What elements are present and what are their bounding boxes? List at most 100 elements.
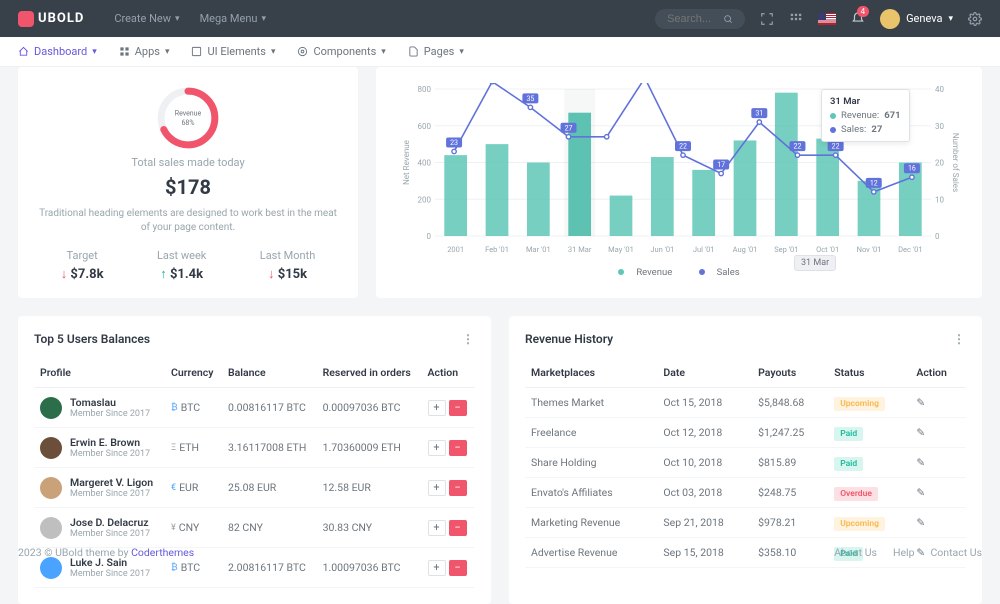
brand-text: UBOLD [38,11,84,26]
stat-item: Last week↑ $1.4k [157,249,206,282]
table-header: Balance [222,358,317,388]
table-row: Share HoldingOct 10, 2018$815.89 Paid ✎ [525,448,966,478]
table-row: Marketing RevenueSep 21, 2018$978.21 Upc… [525,508,966,538]
status-badge: Upcoming [834,397,885,411]
edit-button[interactable]: ✎ [916,396,925,409]
add-button[interactable]: + [428,440,446,456]
bell-count: 4 [857,6,870,17]
status-badge: Overdue [834,487,878,501]
svg-text:Revenue: Revenue [175,110,202,118]
search-box[interactable] [655,9,745,29]
edit-button[interactable]: ✎ [916,486,925,499]
footer-link[interactable]: About Us [834,546,877,559]
svg-text:Net Revenue: Net Revenue [402,140,411,185]
svg-text:Feb '01: Feb '01 [485,245,509,254]
rev-title: Revenue History [525,332,613,346]
topbar: UBOLD Create New▾ Mega Menu▾ 4 Geneva ▾ [0,0,1000,37]
avatar [40,517,62,539]
add-button[interactable]: + [428,400,446,416]
totals-desc: Traditional heading elements are designe… [34,207,342,235]
svg-text:Sep '01: Sep '01 [774,245,798,254]
svg-text:800: 800 [418,85,432,94]
svg-text:May '01: May '01 [608,245,634,254]
svg-text:22: 22 [832,143,840,151]
delete-button[interactable]: − [449,440,467,456]
nav-dashboard[interactable]: Dashboard▾ [18,45,97,58]
user-menu[interactable]: Geneva ▾ [880,9,953,29]
delete-button[interactable]: − [449,400,467,416]
gear-icon[interactable] [968,12,982,26]
nav-components[interactable]: Components▾ [297,45,385,58]
add-button[interactable]: + [428,480,446,496]
svg-text:35: 35 [526,95,534,103]
delete-button[interactable]: − [449,480,467,496]
footer-link[interactable]: Help [893,546,915,559]
table-row: Margeret V. LigonMember Since 2017 € EUR… [34,468,475,508]
nav-pages[interactable]: Pages▾ [408,45,464,58]
svg-text:Nov '01: Nov '01 [857,245,882,254]
sales-summary-card: Revenue 68% Total sales made today $178 … [18,67,358,298]
avatar [40,397,62,419]
table-row: FreelanceOct 12, 2018$1,247.25 Paid ✎ [525,418,966,448]
rev-menu-icon[interactable]: ⋮ [953,332,966,346]
svg-text:16: 16 [908,165,916,173]
svg-text:Oct '01: Oct '01 [816,245,839,254]
top-menu-mega[interactable]: Mega Menu▾ [200,12,266,25]
svg-text:0: 0 [427,232,432,241]
search-input[interactable] [667,13,717,25]
edit-button[interactable]: ✎ [916,426,925,439]
svg-text:20: 20 [935,159,944,168]
top-menu: Create New▾ Mega Menu▾ [114,12,266,25]
svg-text:31: 31 [755,110,763,118]
status-badge: Paid [834,427,863,441]
stat-item: Target↓ $7.8k [61,249,104,282]
table-header: Marketplaces [525,358,657,388]
table-header: Reserved in orders [317,358,422,388]
users-menu-icon[interactable]: ⋮ [462,332,475,346]
apps-grid-icon[interactable] [789,12,803,26]
footer-brand-link[interactable]: Coderthemes [131,546,194,559]
table-header: Currency [165,358,222,388]
svg-text:600: 600 [418,122,432,131]
users-title: Top 5 Users Balances [34,332,150,346]
svg-text:Jun '01: Jun '01 [650,245,674,254]
chart-tooltip: 31 Mar Revenue: 671 Sales: 27 [821,89,910,142]
search-icon [723,14,733,24]
svg-text:200: 200 [418,195,432,204]
nav-ui[interactable]: UI Elements▾ [191,45,275,58]
status-badge: Upcoming [834,517,885,531]
totals-value: $178 [34,175,342,199]
edit-button[interactable]: ✎ [916,456,925,469]
footer-link[interactable]: Contact Us [930,546,982,559]
fullscreen-icon[interactable] [760,12,774,26]
svg-text:400: 400 [418,159,432,168]
svg-text:12: 12 [870,179,878,187]
table-header: Payouts [752,358,828,388]
table-header: Profile [34,358,165,388]
svg-text:23: 23 [450,139,458,147]
table-row: Envato's AffiliatesOct 03, 2018$248.75 O… [525,478,966,508]
flag-us-icon[interactable] [818,13,836,25]
home-icon [18,46,29,57]
logo-mark-icon [18,11,34,27]
add-button[interactable]: + [428,520,446,536]
chevron-down-icon: ▾ [948,14,953,24]
delete-button[interactable]: − [449,520,467,536]
svg-text:Jul '01: Jul '01 [693,245,715,254]
chart-x-highlight: 31 Mar [794,255,836,271]
avatar [40,477,62,499]
table-header: Date [657,358,752,388]
notifications-button[interactable]: 4 [851,10,865,27]
avatar [40,437,62,459]
edit-button[interactable]: ✎ [916,516,925,529]
table-header: Status [828,358,910,388]
svg-text:Mar '01: Mar '01 [526,245,551,254]
revenue-chart-card: 0200400600800010203040Net RevenueNumber … [376,67,982,298]
nav-apps[interactable]: Apps▾ [119,45,170,58]
chart-legend: Revenue Sales [392,267,966,278]
logo[interactable]: UBOLD [18,11,84,27]
top-menu-create-new[interactable]: Create New▾ [114,12,179,25]
revenue-donut: Revenue 68% [138,83,238,153]
avatar [880,9,900,29]
table-row: TomaslauMember Since 2017 ₿ BTC 0.008161… [34,388,475,428]
